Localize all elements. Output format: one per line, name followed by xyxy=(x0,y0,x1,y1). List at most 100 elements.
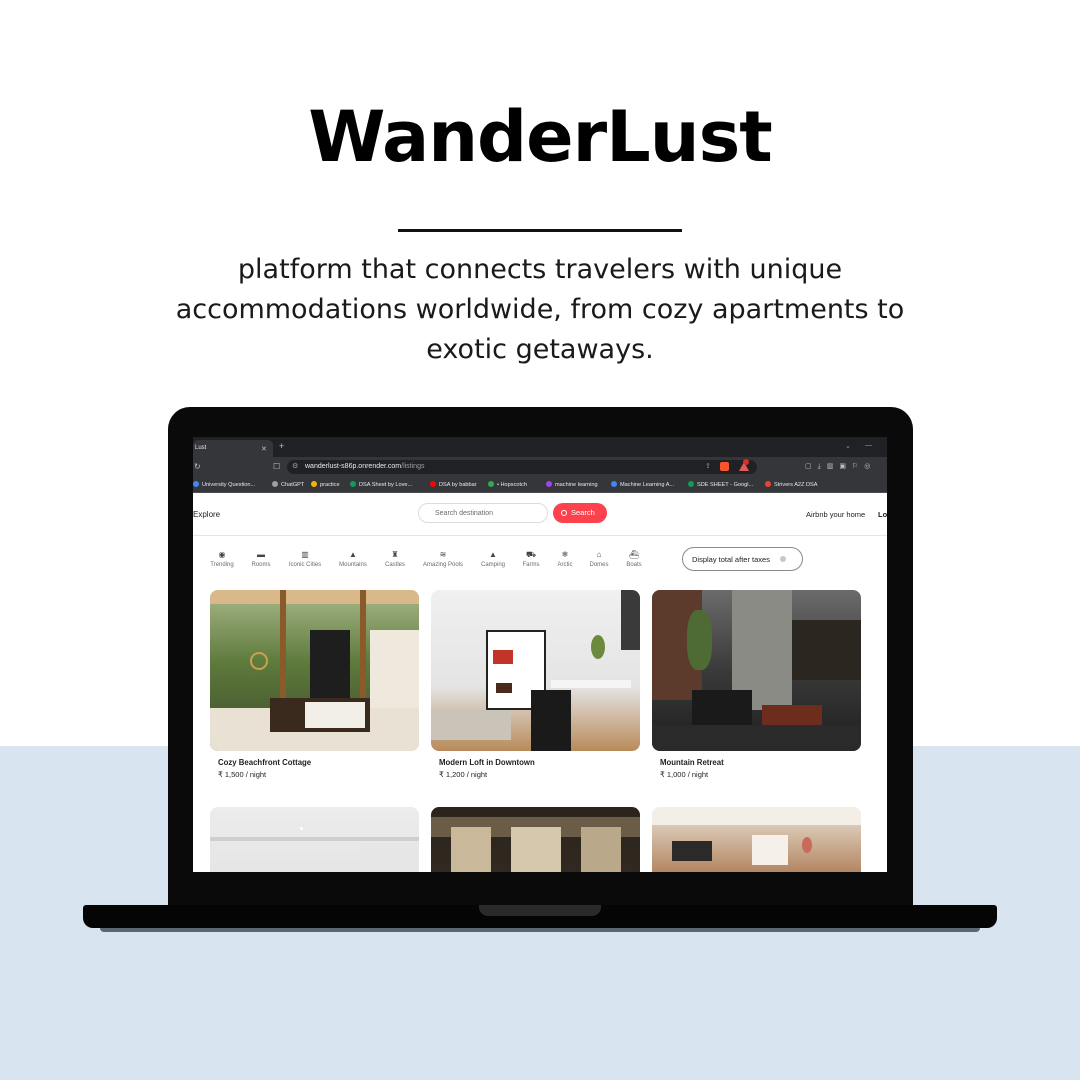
fire-icon: ◉ xyxy=(218,550,226,559)
filter-camping[interactable]: ▲ Camping xyxy=(481,550,505,568)
hero-title: WanderLust xyxy=(308,96,772,178)
filter-label: Mountains xyxy=(339,562,367,568)
bookmark-item[interactable]: DSA Sheet by Love... xyxy=(350,481,412,488)
bed-icon: ▬ xyxy=(256,550,265,559)
filter-domes[interactable]: ⌂ Domes xyxy=(589,550,608,568)
bookmark-favicon-icon xyxy=(546,481,552,487)
pool-icon: ≋ xyxy=(439,550,447,559)
listing-card[interactable]: Mountain Retreat ₹ 1,000 / night xyxy=(652,590,861,779)
filter-boats[interactable]: ⛴ Boats xyxy=(626,550,641,568)
bookmark-label: machine learning xyxy=(555,482,598,488)
tab-close-icon[interactable]: ✕ xyxy=(261,445,267,453)
listing-title: Cozy Beachfront Cottage xyxy=(218,758,312,767)
bookmark-favicon-icon xyxy=(272,481,278,487)
minimize-icon[interactable]: — xyxy=(865,442,872,449)
filter-label: Rooms xyxy=(251,562,271,568)
notification-badge xyxy=(743,459,749,465)
listing-card[interactable]: Cozy Beachfront Cottage ₹ 1,500 / night xyxy=(210,590,419,779)
bookmark-favicon-icon xyxy=(488,481,494,487)
bookmark-item[interactable]: DSA by babbar xyxy=(430,481,477,488)
search-icon xyxy=(561,510,567,516)
filter-label: Domes xyxy=(589,562,609,568)
filter-castles[interactable]: ♜ Castles xyxy=(385,550,405,568)
tractor-icon: ⛟ xyxy=(525,550,537,559)
bookmark-icon[interactable]: ☐ xyxy=(273,462,280,471)
bookmark-label: DSA Sheet by Love... xyxy=(359,482,413,488)
bookmark-item[interactable]: Machine Learning A... xyxy=(611,481,674,488)
filter-label: Castles xyxy=(384,562,406,568)
hero-divider xyxy=(398,229,682,232)
bookmark-item[interactable]: Strivers A2Z DSA xyxy=(765,481,818,488)
listing-image[interactable] xyxy=(431,807,640,872)
bookmark-label: Machine Learning A... xyxy=(620,482,675,488)
filter-trending[interactable]: ◉ Trending xyxy=(210,550,233,568)
bookmark-label: University Question... xyxy=(202,482,256,488)
website: Explore Search destination Search Airbnb… xyxy=(193,493,887,872)
search-input[interactable]: Search destination xyxy=(418,503,548,523)
bookmark-item[interactable]: ChatGPT xyxy=(272,481,304,488)
bookmark-item[interactable]: • Hopscotch xyxy=(488,481,527,488)
bookmark-favicon-icon xyxy=(611,481,617,487)
listing-title: Mountain Retreat xyxy=(660,758,724,767)
listing-card[interactable] xyxy=(652,807,861,872)
listing-image[interactable] xyxy=(431,590,640,751)
filter-label: Trending xyxy=(210,562,234,568)
bookmark-item[interactable]: University Question... xyxy=(193,481,255,488)
bookmark-label: ChatGPT xyxy=(281,482,305,488)
ferry-icon: ⛴ xyxy=(628,550,640,559)
bookmark-favicon-icon xyxy=(765,481,771,487)
listing-image[interactable] xyxy=(652,807,861,872)
filter-rooms[interactable]: ▬ Rooms xyxy=(251,550,270,568)
nav-explore-link[interactable]: Explore xyxy=(193,510,220,519)
brave-shields-icon[interactable] xyxy=(720,462,729,471)
extension-icons[interactable]: ▢⤓▥▣⚐◎ xyxy=(805,462,876,471)
filter-iconic-cities[interactable]: ▥ Iconic Cities xyxy=(289,550,321,568)
toggle-switch[interactable] xyxy=(780,556,786,562)
listing-price: ₹ 1,200 / night xyxy=(439,770,488,779)
site-navbar: Explore Search destination Search Airbnb… xyxy=(193,493,887,536)
login-link[interactable]: Lo xyxy=(878,510,887,519)
filter-arctic[interactable]: ❄ Arctic xyxy=(558,550,573,568)
host-link[interactable]: Airbnb your home xyxy=(806,510,865,519)
bookmark-label: • Hopscotch xyxy=(497,482,527,488)
bookmarks-bar: University Question... ChatGPT practice DSA… xyxy=(193,477,887,493)
bookmark-label: DSA by babbar xyxy=(439,482,477,488)
bookmark-item[interactable]: SDE SHEET - Googl... xyxy=(688,481,753,488)
tax-toggle[interactable]: Display total after taxes xyxy=(682,547,803,571)
bookmark-item[interactable]: practice xyxy=(311,481,340,488)
bookmark-label: SDE SHEET - Googl... xyxy=(697,482,754,488)
listing-card[interactable] xyxy=(431,807,640,872)
share-icon[interactable]: ⇪ xyxy=(705,462,711,470)
browser-tab[interactable]: Lust ✕ xyxy=(193,440,273,457)
tax-toggle-label: Display total after taxes xyxy=(692,555,770,564)
tab-title: Lust xyxy=(195,445,207,451)
listing-price: ₹ 1,500 / night xyxy=(218,770,267,779)
snowflake-icon: ❄ xyxy=(561,550,569,559)
listing-title: Modern Loft in Downtown xyxy=(439,758,535,767)
listing-image[interactable] xyxy=(652,590,861,751)
bookmark-favicon-icon xyxy=(193,481,199,487)
search-button[interactable]: Search xyxy=(553,503,607,523)
bookmark-item[interactable]: machine learning xyxy=(546,481,598,488)
filter-label: Amazing Pools xyxy=(422,562,464,568)
listing-image[interactable] xyxy=(210,807,419,872)
tab-search-icon[interactable]: ⌄ xyxy=(845,442,851,450)
filter-mountains[interactable]: ▲ Mountains xyxy=(339,550,367,568)
filter-farms[interactable]: ⛟ Farms xyxy=(523,550,540,568)
filter-label: Iconic Cities xyxy=(288,562,322,568)
filter-label: Camping xyxy=(480,562,506,568)
filter-label: Boats xyxy=(626,562,642,568)
address-bar[interactable]: ⚙ wanderlust-s86p.onrender.com/listings … xyxy=(287,459,757,474)
listing-card[interactable]: Modern Loft in Downtown ₹ 1,200 / night xyxy=(431,590,640,779)
listing-image[interactable] xyxy=(210,590,419,751)
url-host: wanderlust-s86p.onrender.com xyxy=(305,463,402,470)
bookmark-favicon-icon xyxy=(688,481,694,487)
url-path: /listings xyxy=(401,463,425,470)
site-info-icon[interactable]: ⚙ xyxy=(292,462,298,470)
new-tab-icon[interactable]: + xyxy=(279,442,284,451)
listing-card[interactable] xyxy=(210,807,419,872)
filter-amazing-pools[interactable]: ≋ Amazing Pools xyxy=(423,550,463,568)
reload-icon[interactable]: ↻ xyxy=(194,462,201,471)
filter-label: Arctic xyxy=(557,562,573,568)
filter-label: Farms xyxy=(522,562,540,568)
